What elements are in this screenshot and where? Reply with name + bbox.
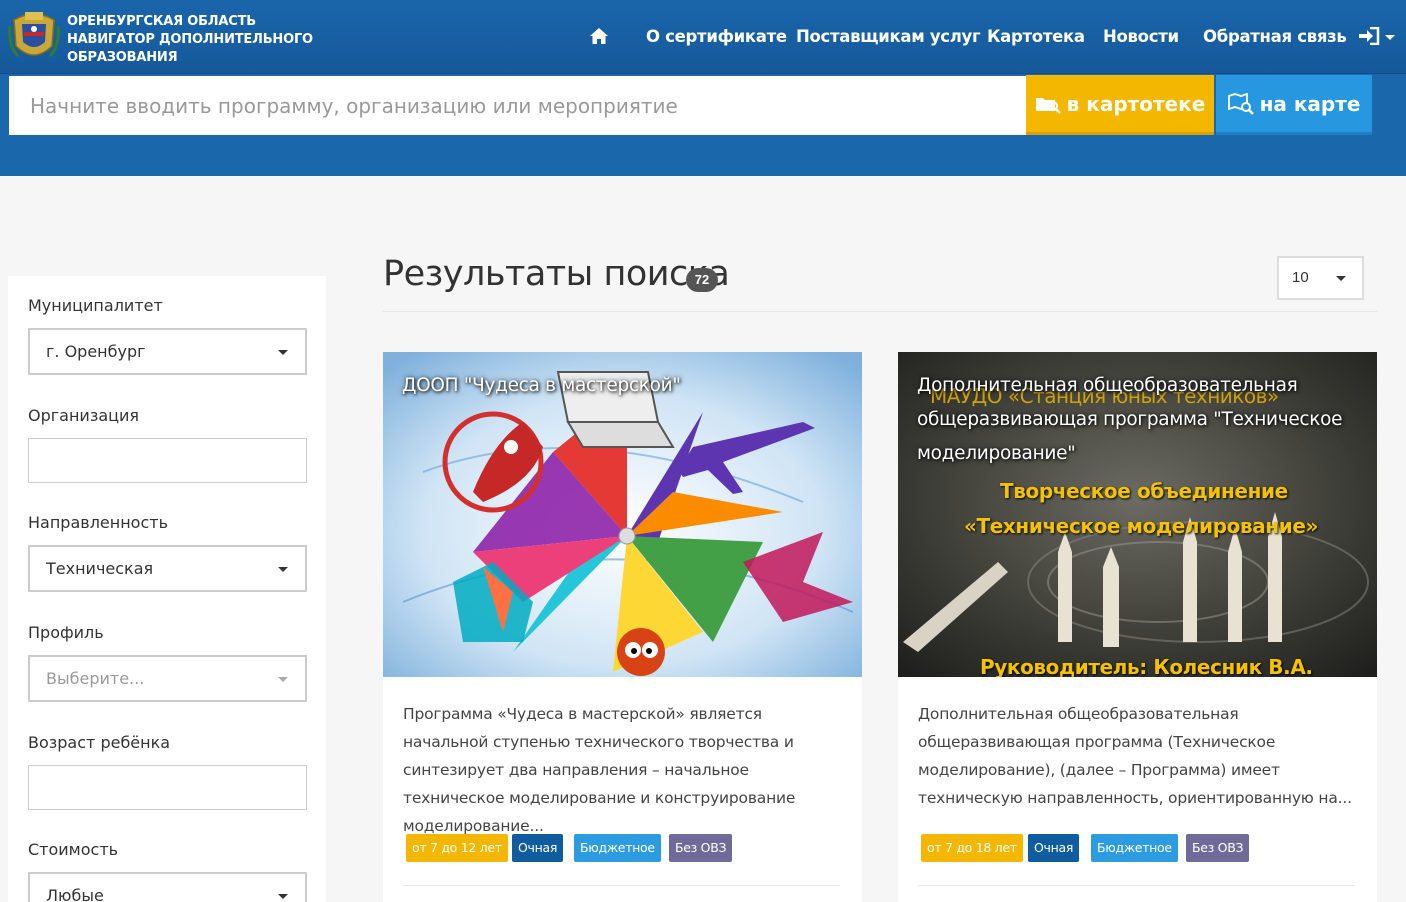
navbar: Оренбургская область Навигатор дополните… [0,0,1406,74]
chevron-down-icon[interactable] [1385,35,1395,40]
filters-sidebar: Муниципалитет г. Оренбург Организация На… [8,276,326,902]
program-card-description: Дополнительная общеобразовательная общер… [918,705,1352,807]
filter-profile-label: Профиль [28,623,104,642]
results-count-badge: 72 [686,268,718,292]
per-page-select[interactable]: 10 [1277,256,1364,300]
tag-age: от 7 до 18 лет [921,834,1023,862]
brand-line-3: образования [67,50,178,65]
header: Оренбургская область Навигатор дополните… [0,0,1406,176]
chevron-down-icon [1336,276,1346,281]
nav-about-certificate[interactable]: О сертификате [646,27,787,46]
divider [383,311,1377,312]
nav-providers[interactable]: Поставщикам услуг [796,27,981,46]
filter-municipality-select[interactable]: г. Оренбург [28,328,307,375]
chevron-down-icon [278,894,288,899]
program-card[interactable]: ДООП "Чудеса в мастерской" Программа «Чу… [383,352,862,902]
tag-form: Очная [1028,834,1080,862]
filter-cost-value: Любые [46,886,104,902]
tag-form: Очная [512,834,564,862]
nav-news[interactable]: Новости [1103,27,1179,46]
folder-search-icon [1035,97,1061,114]
filter-profile-select[interactable]: Выберите... [28,655,307,702]
sign-in-icon[interactable] [1358,27,1380,45]
nav-catalog[interactable]: Картотека [987,27,1085,46]
filter-municipality-label: Муниципалитет [28,296,163,315]
program-card-image[interactable]: ДООП "Чудеса в мастерской" [383,352,862,677]
chevron-down-icon [278,567,288,572]
home-icon[interactable] [589,27,609,45]
tag-ovz: Без ОВЗ [669,834,733,862]
brand-title[interactable]: Оренбургская область Навигатор дополните… [67,13,313,67]
chevron-down-icon [278,677,288,682]
filter-cost-label: Стоимость [28,840,119,859]
filter-cost-select[interactable]: Любые [28,872,307,902]
filter-direction-label: Направленность [28,513,169,532]
filter-municipality-value: г. Оренбург [46,342,146,361]
coat-of-arms-logo[interactable] [8,6,60,66]
filter-profile-placeholder: Выберите... [46,669,145,688]
tag-funding: Бюджетное [1091,834,1178,862]
page-title: Результаты поиска [383,254,730,294]
brand-line-1: Оренбургская область [67,14,256,29]
program-card-image[interactable]: МАУДО «Станция юных техников» Творческое… [898,352,1377,677]
search-on-map-button[interactable]: на карте [1216,75,1372,135]
image-caption-association: Творческое объединение [1000,479,1288,503]
search-on-map-label: на карте [1259,91,1361,116]
program-card-description: Программа «Чудеса в мастерской» является… [403,705,796,835]
image-caption-teacher: Руководитель: Колесник В.А. [980,655,1313,677]
filter-direction-value: Техническая [46,559,154,578]
divider [403,885,840,886]
filter-organization-label: Организация [28,406,140,425]
tag-age: от 7 до 12 лет [406,834,508,862]
filter-age-input[interactable] [28,765,307,810]
program-card-title[interactable]: Дополнительная общеобразовательная общер… [917,369,1362,471]
program-card[interactable]: МАУДО «Станция юных техников» Творческое… [898,352,1377,902]
map-search-icon [1227,92,1254,115]
program-card-title[interactable]: ДООП "Чудеса в мастерской" [402,369,847,403]
tag-funding: Бюджетное [574,834,661,862]
divider [918,885,1355,886]
brand-line-2: Навигатор дополнительного [67,32,313,47]
search-in-catalog-label: в картотеке [1066,91,1206,116]
filter-direction-select[interactable]: Техническая [28,545,307,592]
image-caption-course: «Техническое моделирование» [964,514,1319,538]
search-input[interactable] [9,76,1026,135]
tag-ovz: Без ОВЗ [1186,834,1250,862]
chevron-down-icon [278,350,288,355]
filter-age-label: Возраст ребёнка [28,733,171,752]
search-in-catalog-button[interactable]: в картотеке [1026,75,1214,135]
nav-feedback[interactable]: Обратная связь [1203,27,1347,46]
per-page-value: 10 [1292,269,1309,286]
filter-organization-input[interactable] [28,438,307,483]
